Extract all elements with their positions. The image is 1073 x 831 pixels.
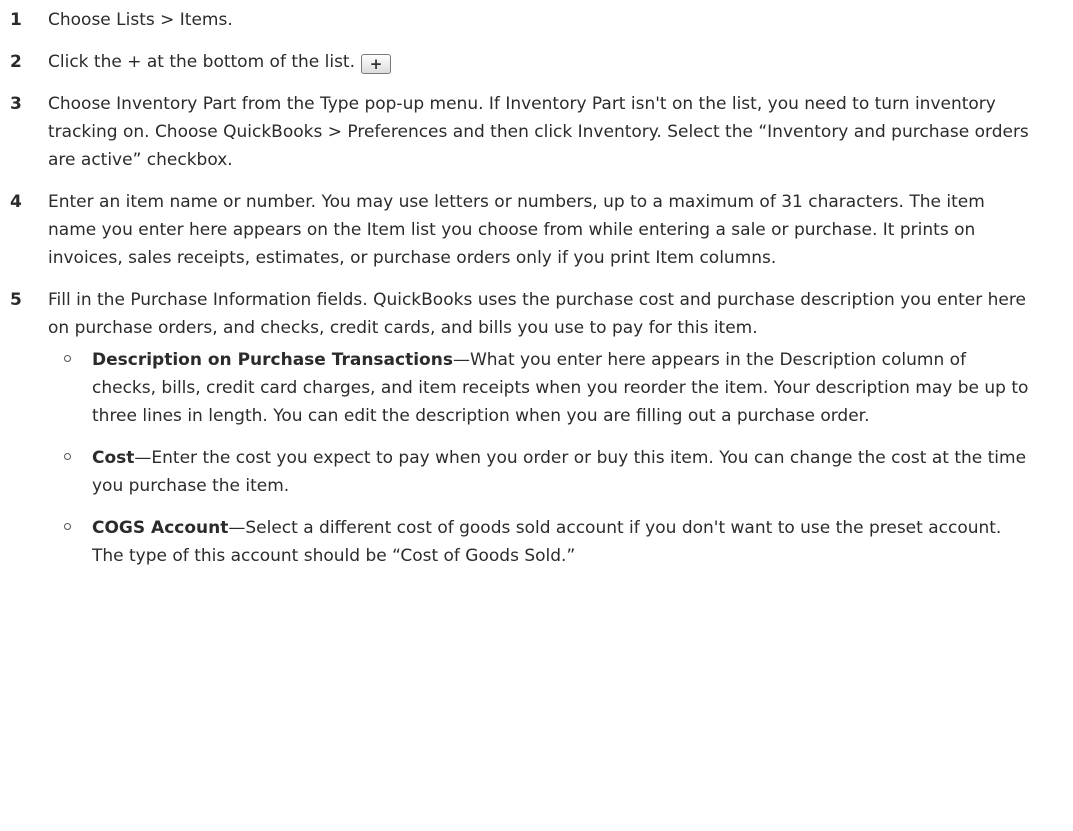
step-text: Enter an item name or number. You may us… (48, 192, 985, 268)
step-text-wrap: Click the + at the bottom of the list. + (48, 48, 1033, 76)
step-4: 4 Enter an item name or number. You may … (0, 188, 1073, 272)
step-text: Fill in the Purchase Information fields.… (48, 290, 1026, 338)
step-3: 3 Choose Inventory Part from the Type po… (0, 90, 1073, 174)
step-number: 2 (10, 52, 22, 72)
step-text: Choose Lists > Items. (48, 10, 233, 30)
field-description: —Enter the cost you expect to pay when y… (92, 448, 1027, 496)
help-page: 1 Choose Lists > Items. 2 Click the + at… (0, 0, 1073, 570)
step-number: 5 (10, 290, 22, 310)
step-number: 1 (10, 10, 22, 30)
list-item: Description on Purchase Transactions—Wha… (48, 346, 1033, 430)
circle-bullet-icon (64, 355, 71, 362)
circle-bullet-icon (64, 453, 71, 460)
purchase-info-list: Description on Purchase Transactions—Wha… (48, 346, 1033, 570)
list-item: COGS Account—Select a different cost of … (48, 514, 1033, 570)
list-item: Cost—Enter the cost you expect to pay wh… (48, 444, 1033, 500)
field-description: —Select a different cost of goods sold a… (92, 518, 1002, 566)
field-term: COGS Account (92, 518, 229, 538)
step-number: 3 (10, 94, 22, 114)
steps-list: 1 Choose Lists > Items. 2 Click the + at… (0, 6, 1073, 570)
circle-bullet-icon (64, 523, 71, 530)
step-number: 4 (10, 192, 22, 212)
field-term: Description on Purchase Transactions (92, 350, 453, 370)
step-1: 1 Choose Lists > Items. (0, 6, 1073, 34)
step-2: 2 Click the + at the bottom of the list.… (0, 48, 1073, 76)
add-item-button[interactable]: + (361, 54, 392, 74)
step-5: 5 Fill in the Purchase Information field… (0, 286, 1073, 570)
step-text: Choose Inventory Part from the Type pop-… (48, 94, 1029, 170)
field-term: Cost (92, 448, 135, 468)
step-text: Click the + at the bottom of the list. (48, 52, 356, 72)
